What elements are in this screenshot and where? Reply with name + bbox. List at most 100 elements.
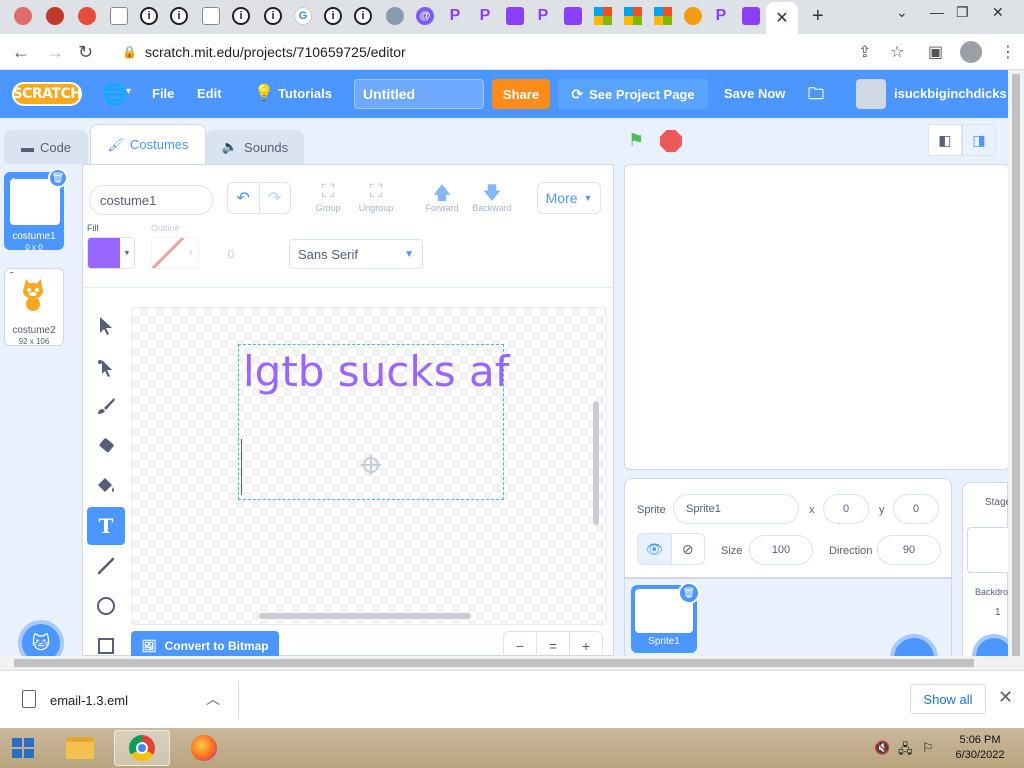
- username-menu[interactable]: isuckbiginchdicks: [894, 86, 1007, 101]
- y-input[interactable]: 0: [893, 494, 939, 524]
- eye-slash-icon[interactable]: ⊘: [670, 534, 705, 564]
- save-now-button[interactable]: Save Now: [724, 86, 785, 101]
- costume-name-input[interactable]: costume1: [89, 185, 213, 215]
- windows-start-icon[interactable]: [8, 734, 38, 762]
- url-bar[interactable]: 🔒 scratch.mit.edu/projects/710659725/edi…: [116, 39, 852, 65]
- forward-button[interactable]: 🡅 Forward: [417, 181, 467, 213]
- costume-tile-2[interactable]: 2 costume2 92 x 106: [4, 268, 64, 346]
- sprite-name-input[interactable]: Sprite1: [673, 494, 799, 524]
- direction-input[interactable]: 90: [877, 535, 941, 565]
- ungroup-button[interactable]: ⛶ Ungroup: [351, 181, 401, 213]
- normal-stage-button[interactable]: ◨: [962, 124, 996, 156]
- browser-menu-icon[interactable]: ⋮: [1000, 42, 1016, 62]
- info-icon[interactable]: i: [140, 7, 158, 25]
- tab-favicon[interactable]: [506, 7, 524, 25]
- forward-arrow-icon[interactable]: →: [46, 42, 64, 63]
- show-all-button[interactable]: Show all: [910, 684, 986, 714]
- outline-color-picker[interactable]: ▼: [151, 237, 199, 269]
- canvas-vertical-scrollbar[interactable]: [593, 401, 599, 525]
- canvas-horizontal-scrollbar[interactable]: [259, 613, 471, 619]
- green-flag-icon[interactable]: ⚑: [628, 130, 644, 151]
- delete-costume-icon[interactable]: 🗑: [48, 168, 68, 188]
- close-icon[interactable]: ✕: [998, 687, 1013, 708]
- edit-menu[interactable]: Edit: [197, 86, 222, 101]
- tab-favicon[interactable]: [202, 7, 220, 25]
- firefox-taskbar[interactable]: [176, 730, 232, 766]
- line-tool[interactable]: [87, 547, 125, 585]
- tab-favicon[interactable]: [78, 7, 96, 25]
- flag-icon[interactable]: ⚐: [922, 740, 934, 756]
- see-project-page-button[interactable]: ⟳ See Project Page: [558, 79, 708, 109]
- scratch-logo[interactable]: SCRATCH: [12, 82, 82, 106]
- stage-canvas[interactable]: [624, 164, 1010, 470]
- tab-favicon[interactable]: @: [416, 7, 434, 25]
- tab-costumes[interactable]: 🖌 Costumes: [90, 124, 206, 164]
- eraser-tool[interactable]: [87, 427, 125, 465]
- close-window-icon[interactable]: ✕: [992, 4, 1004, 21]
- reload-icon[interactable]: ↻: [78, 42, 93, 63]
- info-icon[interactable]: i: [354, 7, 372, 25]
- group-button[interactable]: ⛶ Group: [303, 181, 353, 213]
- stage-selector-panel[interactable]: Stage Backdrops 1: [962, 482, 1018, 658]
- circle-tool[interactable]: [87, 587, 125, 625]
- x-input[interactable]: 0: [823, 494, 869, 524]
- text-tool[interactable]: T: [87, 507, 125, 545]
- tab-favicon[interactable]: [684, 7, 702, 25]
- tab-favicon[interactable]: [46, 7, 64, 25]
- reshape-tool[interactable]: [87, 349, 125, 387]
- eye-icon[interactable]: 👁: [638, 534, 671, 564]
- tab-favicon[interactable]: [110, 7, 128, 25]
- user-avatar[interactable]: [856, 79, 886, 109]
- chevron-up-icon[interactable]: ︿: [206, 689, 220, 709]
- bookmark-star-icon[interactable]: ☆: [890, 42, 904, 62]
- minimize-icon[interactable]: —: [930, 4, 944, 20]
- plus-icon[interactable]: +: [812, 5, 824, 28]
- file-menu[interactable]: File: [152, 86, 174, 101]
- tab-favicon[interactable]: [386, 7, 404, 25]
- undo-icon[interactable]: ↶: [228, 183, 259, 213]
- chrome-taskbar[interactable]: [114, 730, 170, 766]
- info-icon[interactable]: i: [170, 7, 188, 25]
- chevron-down-icon[interactable]: ⌄: [896, 4, 908, 21]
- outline-size-input[interactable]: 0: [211, 241, 251, 267]
- stop-icon[interactable]: [660, 130, 682, 152]
- delete-sprite-icon[interactable]: 🗑: [678, 582, 700, 604]
- close-tab-icon[interactable]: ✕: [766, 2, 798, 34]
- page-horizontal-scrollbar[interactable]: [0, 656, 1024, 670]
- brush-tool[interactable]: [87, 387, 125, 425]
- share-page-icon[interactable]: ⇪: [858, 42, 871, 62]
- text-bounding-box[interactable]: lgtb sucks af: [238, 344, 509, 500]
- info-icon[interactable]: i: [232, 7, 250, 25]
- tab-favicon[interactable]: P: [534, 7, 552, 25]
- tab-favicon[interactable]: [742, 7, 760, 25]
- fill-tool[interactable]: [87, 467, 125, 505]
- google-icon[interactable]: G: [294, 7, 312, 25]
- share-button[interactable]: Share: [492, 79, 550, 109]
- tab-favicon[interactable]: P: [476, 7, 494, 25]
- scrollbar-thumb[interactable]: [1012, 74, 1020, 656]
- paint-canvas[interactable]: lgtb sucks af: [131, 307, 607, 625]
- font-select[interactable]: Sans Serif ▼: [289, 239, 423, 269]
- network-icon[interactable]: 🖧: [898, 740, 913, 762]
- fill-color-picker[interactable]: ▼: [87, 237, 135, 269]
- system-clock[interactable]: 5:06 PM 6/30/2022: [950, 733, 1010, 763]
- tab-favicon[interactable]: [564, 7, 582, 25]
- microsoft-icon[interactable]: [624, 7, 642, 25]
- restore-icon[interactable]: ❐: [956, 4, 969, 21]
- page-vertical-scrollbar[interactable]: [1008, 70, 1024, 656]
- tab-favicon[interactable]: P: [712, 7, 730, 25]
- canvas-text[interactable]: lgtb sucks af: [243, 347, 509, 396]
- microsoft-icon[interactable]: [654, 7, 672, 25]
- small-stage-button[interactable]: ◧: [928, 124, 962, 156]
- microsoft-icon[interactable]: [594, 7, 612, 25]
- globe-icon[interactable]: 🌐: [102, 82, 127, 107]
- backward-button[interactable]: 🡇 Backward: [467, 181, 517, 213]
- tab-favicon[interactable]: [14, 7, 32, 25]
- profile-avatar-icon[interactable]: [960, 41, 982, 63]
- tab-code[interactable]: ▬ Code: [4, 130, 88, 164]
- size-input[interactable]: 100: [749, 535, 813, 565]
- speaker-muted-icon[interactable]: 🔇: [874, 740, 890, 756]
- tab-sounds[interactable]: 🔈 Sounds: [206, 130, 304, 164]
- folder-icon[interactable]: 🗀: [808, 83, 824, 110]
- file-explorer-taskbar[interactable]: [52, 730, 108, 766]
